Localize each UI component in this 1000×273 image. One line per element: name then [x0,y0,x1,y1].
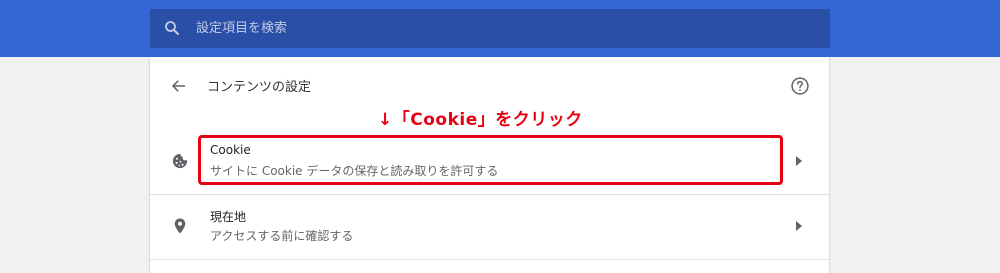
row-title: Cookie [210,143,251,157]
list-item-location[interactable]: 現在地 アクセスする前に確認する [150,195,829,260]
list-item-cookie[interactable]: Cookie サイトに Cookie データの保存と読み取りを許可する [150,130,829,195]
content-settings-card: コンテンツの設定 ↓「Cookie」をクリック Cookie サイトに Cook… [150,57,829,273]
chevron-right-icon [796,156,802,166]
annotation-label: ↓「Cookie」をクリック [378,110,583,130]
search-box[interactable] [150,9,830,48]
help-icon[interactable] [790,76,810,96]
row-subtitle: サイトに Cookie データの保存と読み取りを許可する [210,164,499,178]
search-input[interactable] [196,9,816,48]
row-title: 現在地 [210,210,247,224]
cookie-icon [172,153,188,169]
top-bar [0,0,1000,57]
back-arrow-icon[interactable] [170,77,188,95]
location-pin-icon [174,218,186,234]
page-title: コンテンツの設定 [207,80,312,95]
chevron-right-icon [796,221,802,231]
search-icon [165,21,179,35]
row-subtitle: アクセスする前に確認する [210,229,354,243]
